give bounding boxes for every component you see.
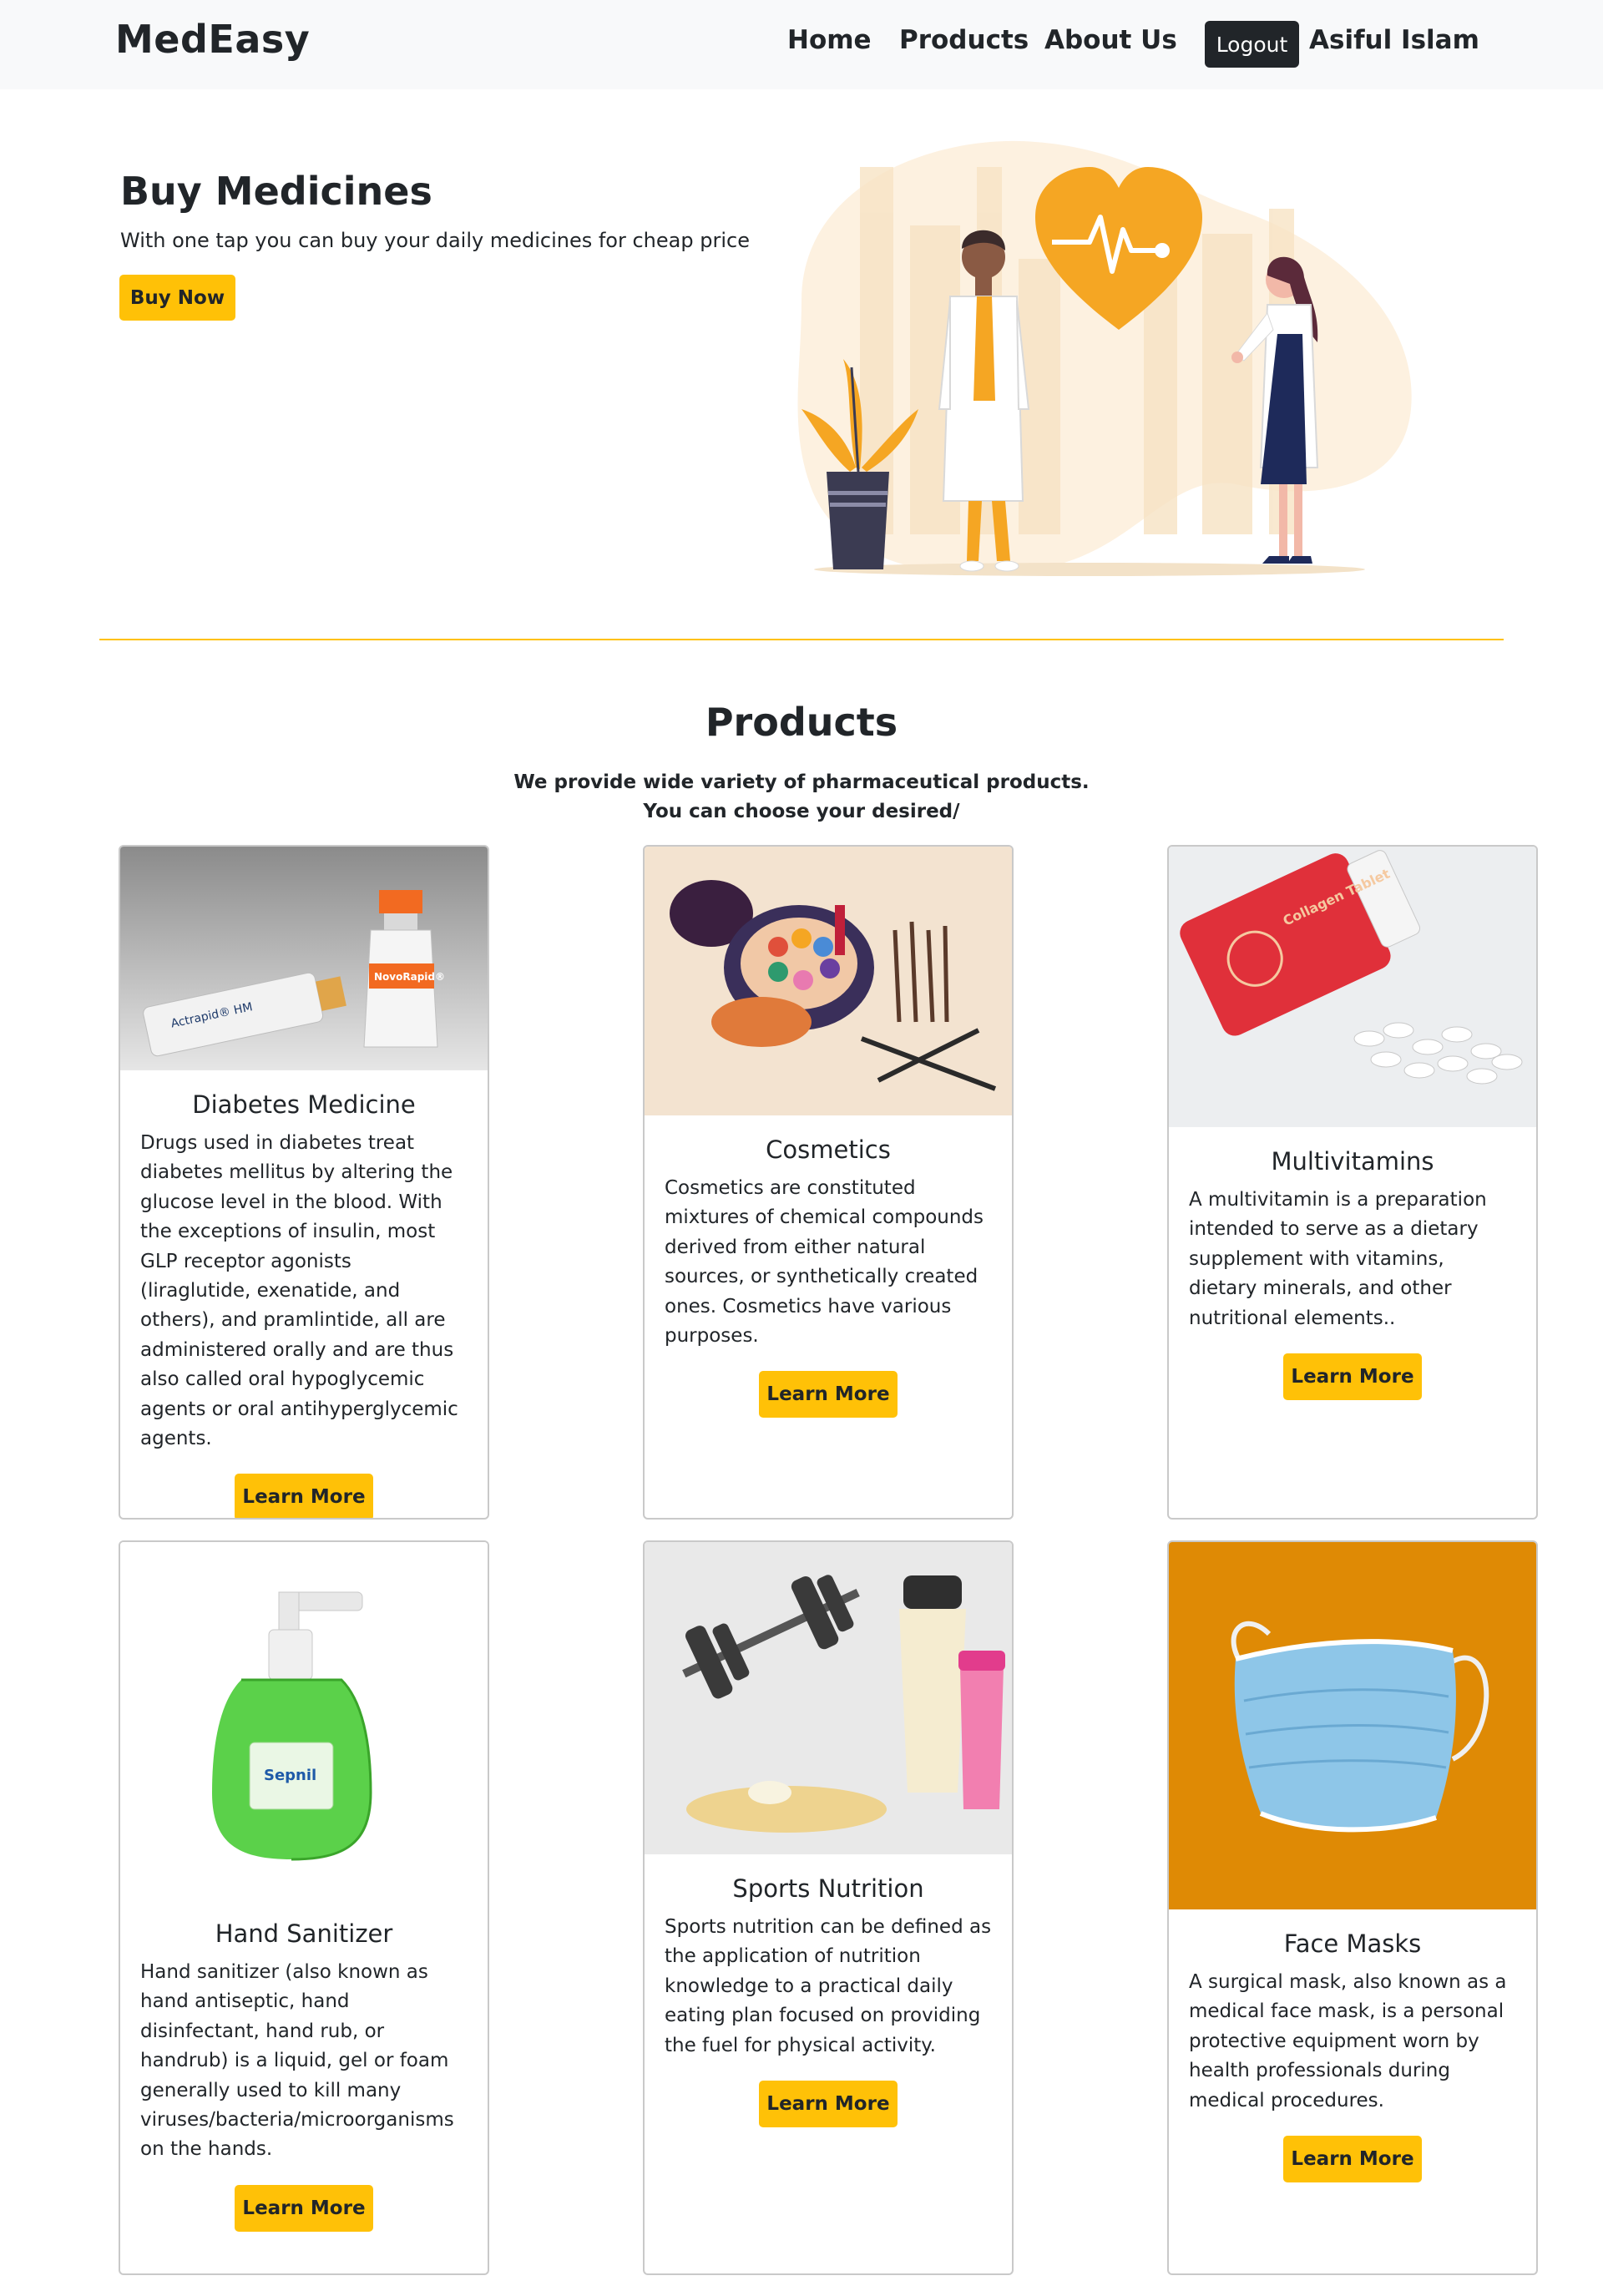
section-divider (99, 639, 1504, 640)
subtitle-line-1: We provide wide variety of pharmaceutica… (513, 771, 1090, 793)
subtitle-line-2: You can choose your desired/ (643, 801, 960, 822)
hero-subtitle: With one tap you can buy your daily medi… (120, 229, 750, 252)
learn-more-button[interactable]: Learn More (1283, 2136, 1422, 2183)
card-description: Hand sanitizer (also known as hand antis… (140, 1961, 454, 2161)
svg-text:Sepnil: Sepnil (264, 1767, 316, 1784)
card-description: A surgical mask, also known as a medical… (1189, 1971, 1507, 2111)
card-title: Multivitamins (1271, 1147, 1434, 1176)
card-title: Sports Nutrition (732, 1874, 924, 1903)
card-description: Sports nutrition can be defined as the a… (665, 1916, 992, 2056)
brand-logo[interactable]: MedEasy (115, 17, 310, 62)
logout-button[interactable]: Logout (1205, 21, 1299, 68)
card-title: Diabetes Medicine (192, 1090, 416, 1119)
card-description: Cosmetics are constituted mixtures of ch… (665, 1177, 984, 1348)
navbar: MedEasy Home Products About Us Logout As… (0, 0, 1603, 89)
nav-link-products[interactable]: Products (899, 25, 1029, 55)
doctors-illustration (797, 140, 1412, 576)
nav-link-about-us[interactable]: About Us (1044, 25, 1177, 55)
cosmetics-image (645, 847, 1012, 1115)
card-title: Hand Sanitizer (215, 1919, 393, 1948)
learn-more-button[interactable]: Learn More (235, 2184, 373, 2232)
learn-more-button[interactable]: Learn More (1283, 1353, 1422, 1401)
insulin-vials-image: Actrapid® HM NovoRapid® (120, 847, 488, 1070)
multivitamin-bottle-image: Collagen Tablet (1169, 847, 1536, 1127)
learn-more-button[interactable]: Learn More (759, 1371, 898, 1419)
products-section-title: Products (705, 700, 898, 745)
sports-nutrition-image (645, 1542, 1012, 1854)
products-section-subtitle: We provide wide variety of pharmaceutica… (0, 768, 1603, 827)
hero-title: Buy Medicines (120, 169, 432, 214)
hand-sanitizer-image: Sepnil (120, 1542, 488, 1899)
card-description: Drugs used in diabetes treat diabetes me… (140, 1132, 458, 1450)
user-name: Asiful Islam (1309, 25, 1479, 55)
nav-link-home[interactable]: Home (787, 25, 872, 55)
svg-text:NovoRapid®: NovoRapid® (374, 971, 445, 983)
card-title: Face Masks (1283, 1929, 1422, 1958)
product-card-multivitamins: Collagen Tablet Multivitamins A multivit… (1167, 845, 1538, 1520)
card-title: Cosmetics (766, 1135, 891, 1164)
buy-now-button[interactable]: Buy Now (119, 275, 235, 321)
product-card-sports-nutrition: Sports Nutrition Sports nutrition can be… (643, 1540, 1014, 2275)
learn-more-button[interactable]: Learn More (235, 1474, 373, 1518)
face-mask-image (1169, 1542, 1536, 1909)
product-card-diabetes-medicine: Actrapid® HM NovoRapid® Diabetes Medicin… (119, 845, 489, 1520)
product-card-face-masks: Face Masks A surgical mask, also known a… (1167, 1540, 1538, 2275)
product-card-cosmetics: Cosmetics Cosmetics are constituted mixt… (643, 845, 1014, 1520)
learn-more-button[interactable]: Learn More (759, 2081, 898, 2128)
card-description: A multivitamin is a preparation intended… (1189, 1189, 1487, 1329)
product-card-hand-sanitizer: Sepnil Hand Sanitizer Hand sanitizer (al… (119, 1540, 489, 2275)
